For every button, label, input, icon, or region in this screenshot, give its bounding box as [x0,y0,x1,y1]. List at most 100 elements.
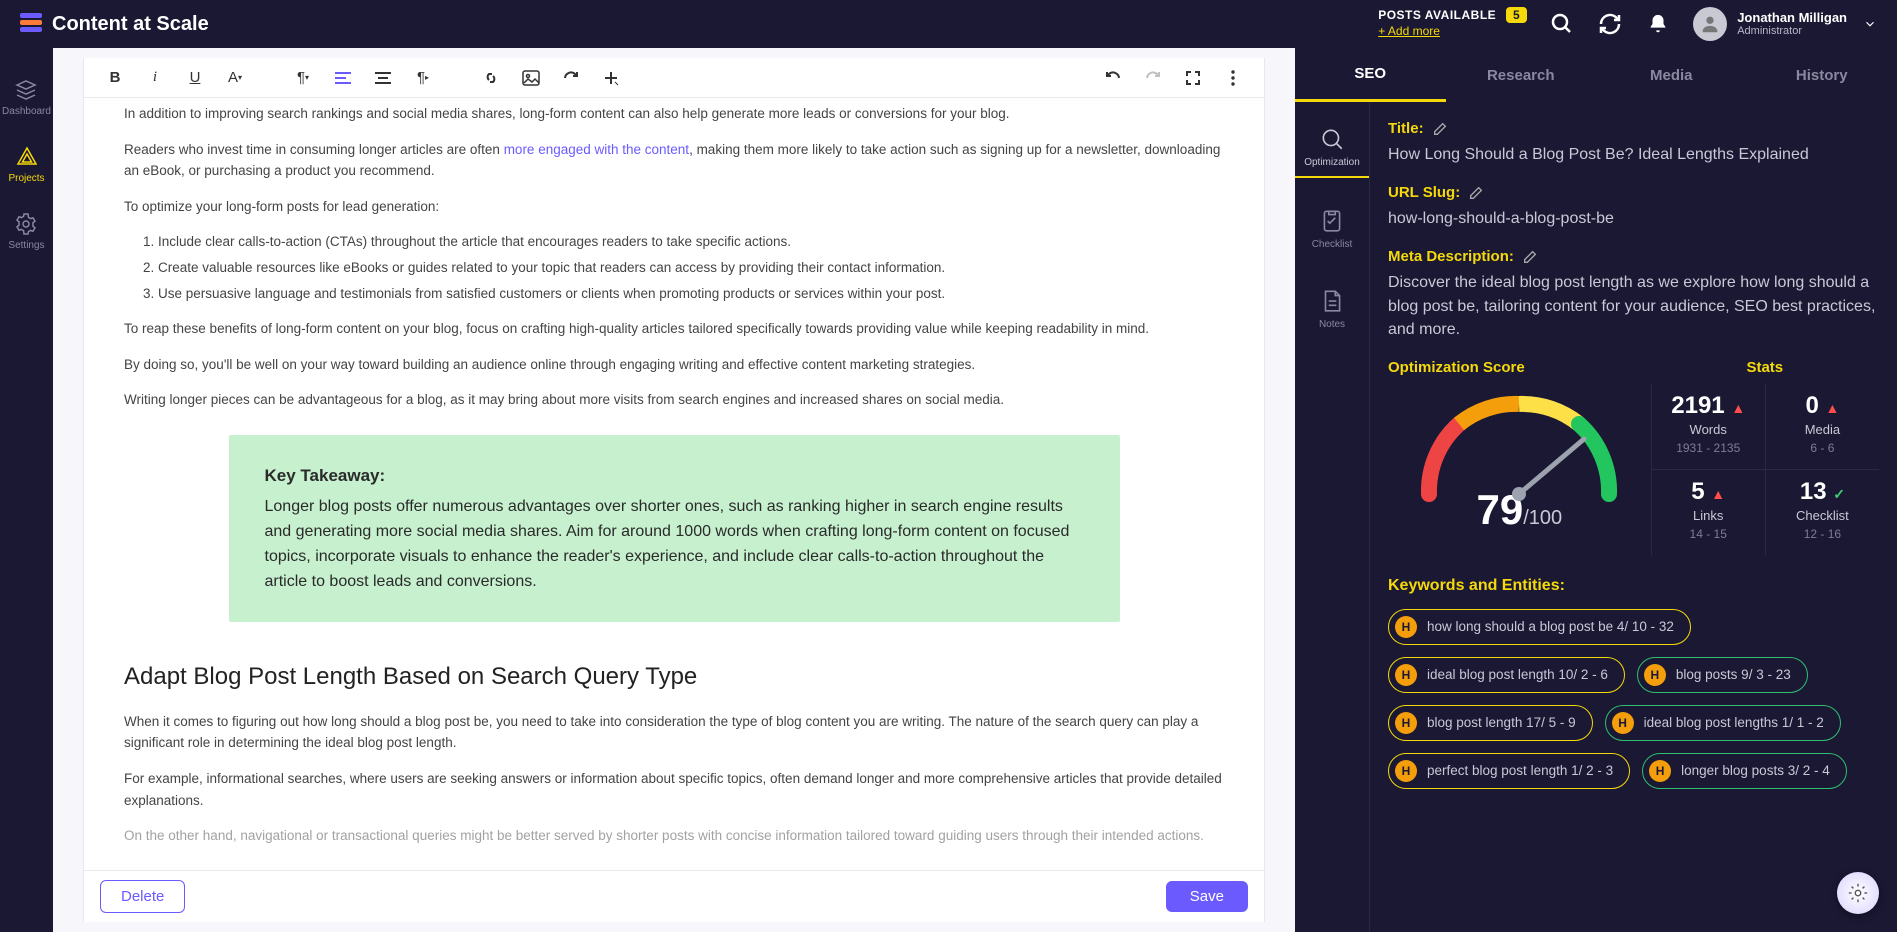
callout-title: Key Takeaway: [265,463,1084,489]
stat-checklist: 13 ✓ Checklist 12 - 16 [1765,470,1879,555]
link-button[interactable] [480,67,502,89]
edit-icon[interactable] [1522,249,1538,265]
meta-value: Discover the ideal blog post length as w… [1388,271,1879,341]
fullscreen-button[interactable] [1182,67,1204,89]
tab-seo[interactable]: SEO [1295,48,1446,102]
callout-body: Longer blog posts offer numerous advanta… [265,495,1084,594]
brand-name: Content at Scale [52,13,209,36]
indent-button[interactable]: ¶▸ [412,67,434,89]
tab-research[interactable]: Research [1446,48,1597,102]
italic-button[interactable]: i [144,67,166,89]
keyword-pill[interactable]: Hlonger blog posts 3/ 2 - 4 [1642,753,1847,789]
main-editor-area: B i U A▾ ¶▾ ¶▸ [53,48,1295,932]
key-takeaway-callout: Key Takeaway: Longer blog posts offer nu… [229,435,1120,623]
keyword-text: ideal blog post length 10/ 2 - 6 [1427,667,1608,682]
list-button[interactable] [372,67,394,89]
slug-label: URL Slug: [1388,184,1879,201]
ordered-list: Include clear calls-to-action (CTAs) thr… [158,231,1224,304]
stat-links: 5 ▲ Links 14 - 15 [1651,470,1765,555]
font-style-button[interactable]: A▾ [224,67,246,89]
user-name-block: Jonathan Milligan Administrator [1737,10,1847,39]
seo-body: Title: How Long Should a Blog Post Be? I… [1370,102,1897,932]
list-item: Include clear calls-to-action (CTAs) thr… [158,231,1224,253]
keyword-text: blog post length 17/ 5 - 9 [1427,715,1576,730]
nav-dashboard[interactable]: Dashboard [2,78,51,117]
align-button[interactable] [332,67,354,89]
nav-dashboard-label: Dashboard [2,106,51,117]
paragraph-button[interactable]: ¶▾ [292,67,314,89]
paragraph: For example, informational searches, whe… [124,768,1224,811]
keyword-h-icon: H [1395,664,1417,686]
brand-logo-icon [20,13,42,35]
editor-footer: Delete Save [84,870,1264,922]
tab-history[interactable]: History [1747,48,1897,102]
seo-subnav: Optimization Checklist Notes [1295,102,1370,932]
redo-icon[interactable] [560,67,582,89]
user-menu[interactable]: Jonathan Milligan Administrator [1693,7,1877,41]
editor-toolbar: B i U A▾ ¶▾ ¶▸ [84,58,1264,98]
chevron-down-icon [1863,17,1877,31]
nav-projects[interactable]: Projects [8,145,44,184]
stat-words: 2191 ▲ Words 1931 - 2135 [1651,384,1765,470]
inline-link[interactable]: more engaged with the content [504,142,689,157]
subnav-checklist[interactable]: Checklist [1295,200,1369,258]
refresh-icon[interactable] [1597,11,1623,37]
keyword-h-icon: H [1395,712,1417,734]
editor-content[interactable]: In addition to improving search rankings… [84,98,1264,870]
keyword-text: perfect blog post length 1/ 2 - 3 [1427,763,1613,778]
title-value: How Long Should a Blog Post Be? Ideal Le… [1388,143,1879,166]
add-button[interactable] [600,67,622,89]
keyword-text: longer blog posts 3/ 2 - 4 [1681,763,1830,778]
keyword-h-icon: H [1612,712,1634,734]
paragraph: On the other hand, navigational or trans… [124,825,1224,847]
delete-button[interactable]: Delete [100,880,185,913]
paragraph: In addition to improving search rankings… [124,103,1224,125]
save-button[interactable]: Save [1166,881,1248,912]
more-button[interactable] [1222,67,1244,89]
posts-available-label: POSTS AVAILABLE [1378,8,1496,22]
list-item: Create valuable resources like eBooks or… [158,257,1224,279]
keywords-header: Keywords and Entities: [1388,577,1879,595]
keyword-text: ideal blog post lengths 1/ 1 - 2 [1644,715,1824,730]
nav-settings-label: Settings [8,240,44,251]
keyword-pill[interactable]: Hblog post length 17/ 5 - 9 [1388,705,1593,741]
redo-button[interactable] [1142,67,1164,89]
right-panel: SEO Research Media History Optimization … [1295,48,1897,932]
edit-icon[interactable] [1432,121,1448,137]
right-tabs: SEO Research Media History [1295,48,1897,102]
keyword-h-icon: H [1395,760,1417,782]
paragraph: When it comes to figuring out how long s… [124,711,1224,754]
user-role: Administrator [1737,25,1847,38]
optimization-score-label: Optimization Score [1388,359,1651,376]
keyword-h-icon: H [1649,760,1671,782]
keyword-pill[interactable]: Hideal blog post length 10/ 2 - 6 [1388,657,1625,693]
paragraph: To optimize your long-form posts for lea… [124,196,1224,218]
underline-button[interactable]: U [184,67,206,89]
keyword-text: blog posts 9/ 3 - 23 [1676,667,1791,682]
undo-button[interactable] [1102,67,1124,89]
search-icon[interactable] [1549,11,1575,37]
posts-available-count: 5 [1506,7,1527,23]
paragraph: To reap these benefits of long-form cont… [124,318,1224,340]
nav-settings[interactable]: Settings [8,212,44,251]
posts-available: POSTS AVAILABLE 5 + Add more [1378,8,1527,39]
top-bar: Content at Scale POSTS AVAILABLE 5 + Add… [0,0,1897,48]
bell-icon[interactable] [1645,11,1671,37]
tab-media[interactable]: Media [1596,48,1747,102]
edit-icon[interactable] [1468,185,1484,201]
stat-media: 0 ▲ Media 6 - 6 [1765,384,1879,470]
image-button[interactable] [520,67,542,89]
bold-button[interactable]: B [104,67,126,89]
assistant-bubble-icon[interactable] [1837,872,1879,914]
keyword-h-icon: H [1395,616,1417,638]
keyword-pill[interactable]: Hhow long should a blog post be 4/ 10 - … [1388,609,1691,645]
keyword-pill[interactable]: Hblog posts 9/ 3 - 23 [1637,657,1808,693]
score-gauge: 79/100 [1388,384,1651,534]
keyword-text: how long should a blog post be 4/ 10 - 3… [1427,619,1674,634]
subnav-optimization[interactable]: Optimization [1295,118,1369,178]
left-nav: Dashboard Projects Settings [0,48,53,932]
keyword-pill[interactable]: Hperfect blog post length 1/ 2 - 3 [1388,753,1630,789]
add-more-link[interactable]: + Add more [1378,24,1440,40]
keyword-pill[interactable]: Hideal blog post lengths 1/ 1 - 2 [1605,705,1841,741]
subnav-notes[interactable]: Notes [1295,280,1369,338]
